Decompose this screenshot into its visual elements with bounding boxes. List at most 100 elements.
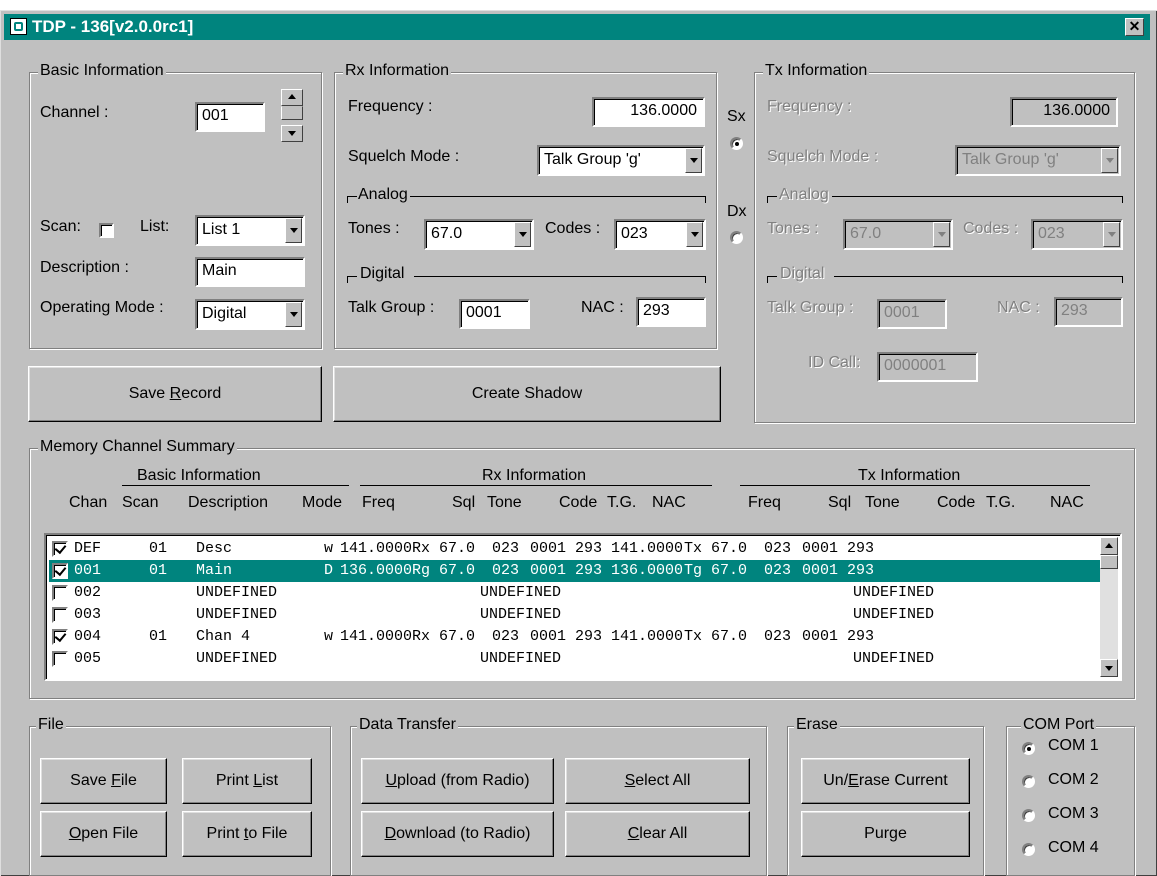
open-file-label-hotkey: O bbox=[68, 825, 82, 842]
cell-rx-code: 023 bbox=[492, 628, 520, 645]
print-to-file-label-post: o File bbox=[248, 825, 288, 842]
upload-from-radio-button[interactable]: Upload (from Radio) bbox=[361, 758, 554, 804]
chevron-down-icon[interactable] bbox=[685, 148, 702, 173]
table-row[interactable]: 001 01 Main D 136.0000 Rg 67.0 023 0001 293 136.00… bbox=[49, 560, 1100, 582]
cell-chan: 002 bbox=[74, 584, 102, 601]
operating-mode-select[interactable]: Digital bbox=[195, 299, 305, 330]
com2-radio[interactable] bbox=[1022, 775, 1035, 788]
table-row[interactable]: 005 UNDEFINED UNDEFINED UNDEFINED bbox=[49, 648, 1100, 670]
scroll-thumb[interactable] bbox=[1100, 555, 1118, 569]
tx-information-legend: Tx Information bbox=[763, 62, 870, 80]
rx-nac-input[interactable]: 293 bbox=[636, 297, 706, 327]
channel-stepper-gap bbox=[281, 106, 303, 120]
tx-frequency-input: 136.0000 bbox=[1010, 97, 1118, 127]
close-button[interactable]: ✕ bbox=[1125, 18, 1144, 36]
open-file-button[interactable]: Open File bbox=[40, 811, 167, 857]
column-header-chan: Chan bbox=[69, 494, 108, 511]
table-row[interactable]: DEF 01 Desc w 141.0000 Rx 67.0 023 0001 293 141.00… bbox=[49, 538, 1100, 560]
cell-desc: UNDEFINED bbox=[196, 606, 278, 623]
download-to-radio-button[interactable]: Download (to Radio) bbox=[361, 811, 554, 857]
sx-radio[interactable] bbox=[730, 137, 743, 150]
unerase-current-button[interactable]: Un/Erase Current bbox=[801, 758, 970, 804]
rx-talkgroup-input[interactable]: 0001 bbox=[459, 299, 530, 329]
chevron-down-icon[interactable] bbox=[285, 302, 302, 327]
list-select[interactable]: List 1 bbox=[195, 215, 305, 246]
summary-group-basic-rule bbox=[122, 485, 349, 486]
channel-up-button[interactable] bbox=[281, 89, 303, 106]
clear-all-button[interactable]: Clear All bbox=[565, 811, 750, 857]
print-to-file-button[interactable]: Print to File bbox=[182, 811, 312, 857]
cell-mode: D bbox=[324, 562, 334, 579]
dx-radio[interactable] bbox=[730, 231, 743, 244]
cell-rx-sql: Rx bbox=[412, 628, 431, 645]
com4-radio[interactable] bbox=[1022, 843, 1035, 856]
com3-radio[interactable] bbox=[1022, 809, 1035, 822]
cell-tx-tone: 67.0 bbox=[711, 628, 748, 645]
column-header-rx-nac: NAC bbox=[652, 494, 686, 511]
cell-desc: Chan 4 bbox=[196, 628, 251, 645]
com3-label[interactable]: COM 3 bbox=[1048, 805, 1099, 823]
table-row[interactable]: 004 01 Chan 4 w 141.0000 Rx 67.0 023 0001 293 141.… bbox=[49, 626, 1100, 648]
rx-tones-value: 67.0 bbox=[431, 225, 463, 242]
save-file-label-hotkey: F bbox=[111, 772, 121, 789]
column-header-rx-sql: Sql bbox=[452, 494, 476, 511]
rx-codes-select[interactable]: 023 bbox=[614, 219, 706, 250]
select-all-button[interactable]: Select All bbox=[565, 758, 750, 804]
com2-label[interactable]: COM 2 bbox=[1048, 771, 1099, 789]
row-checkbox[interactable] bbox=[52, 541, 68, 557]
memory-channel-list[interactable]: DEF 01 Desc w 141.0000 Rx 67.0 023 0001 293 141.00… bbox=[44, 533, 1122, 681]
tx-talkgroup-input: 0001 bbox=[877, 299, 947, 329]
cell-tx-undef: UNDEFINED bbox=[853, 650, 935, 667]
rx-digital-rule-right bbox=[414, 276, 706, 277]
description-input[interactable]: Main bbox=[195, 257, 305, 287]
row-checkbox[interactable] bbox=[52, 585, 68, 601]
com-port-legend: COM Port bbox=[1021, 716, 1097, 734]
cell-tx-sql: Tx bbox=[684, 628, 703, 645]
create-shadow-button[interactable]: Create Shadow bbox=[333, 366, 721, 422]
scan-checkbox[interactable] bbox=[99, 223, 114, 238]
unerase-label-pre: Un/ bbox=[823, 772, 849, 789]
save-record-button[interactable]: Save Record bbox=[28, 366, 322, 422]
channel-down-button[interactable] bbox=[281, 125, 303, 142]
clear-all-label-hotkey: C bbox=[627, 825, 640, 842]
chevron-down-icon[interactable] bbox=[686, 222, 703, 247]
com1-radio[interactable] bbox=[1022, 742, 1035, 755]
com1-label[interactable]: COM 1 bbox=[1048, 737, 1099, 755]
chevron-down-icon bbox=[1103, 222, 1120, 247]
title-bar[interactable]: TDP - 136[v2.0.0rc1] ✕ bbox=[4, 14, 1150, 40]
save-file-button[interactable]: Save File bbox=[40, 758, 167, 804]
chevron-down-icon[interactable] bbox=[285, 218, 302, 243]
rx-squelch-select[interactable]: Talk Group 'g' bbox=[537, 145, 705, 176]
chevron-down-icon[interactable] bbox=[514, 222, 531, 247]
column-header-tx-code: Code bbox=[937, 494, 976, 511]
row-checkbox[interactable] bbox=[52, 629, 68, 645]
tx-analog-label: Analog bbox=[779, 186, 829, 203]
row-checkbox[interactable] bbox=[52, 607, 68, 623]
tx-talkgroup-label: Talk Group : bbox=[767, 299, 854, 316]
scroll-up-icon[interactable] bbox=[1100, 537, 1118, 555]
table-row[interactable]: 003 UNDEFINED UNDEFINED UNDEFINED bbox=[49, 604, 1100, 626]
table-row[interactable]: 002 UNDEFINED UNDEFINED UNDEFINED bbox=[49, 582, 1100, 604]
cell-desc: UNDEFINED bbox=[196, 584, 278, 601]
summary-group-tx: Tx Information bbox=[858, 467, 961, 484]
cell-tx-freq: 141.0000 bbox=[611, 540, 684, 557]
cell-tx-freq: 141.0000 bbox=[611, 628, 684, 645]
row-checkbox[interactable] bbox=[52, 651, 68, 667]
cell-tx-nac: 293 bbox=[847, 562, 875, 579]
column-header-tx-tg: T.G. bbox=[986, 494, 1016, 511]
print-list-button[interactable]: Print List bbox=[182, 758, 312, 804]
row-checkbox[interactable] bbox=[52, 563, 68, 579]
tx-codes-label: Codes : bbox=[963, 220, 1019, 237]
list-scrollbar[interactable] bbox=[1100, 537, 1118, 677]
select-all-label-hotkey: S bbox=[624, 772, 636, 789]
window-title: TDP - 136[v2.0.0rc1] bbox=[32, 17, 194, 36]
purge-button[interactable]: Purge bbox=[801, 811, 970, 857]
com4-label[interactable]: COM 4 bbox=[1048, 839, 1099, 857]
cell-rx-nac: 293 bbox=[575, 628, 603, 645]
tx-idcall-label: ID Call: bbox=[808, 354, 861, 371]
rx-frequency-input[interactable]: 136.0000 bbox=[592, 97, 705, 127]
rx-tones-select[interactable]: 67.0 bbox=[424, 219, 534, 250]
tx-codes-select: 023 bbox=[1031, 219, 1123, 250]
scroll-down-icon[interactable] bbox=[1100, 659, 1118, 677]
channel-input[interactable]: 001 bbox=[195, 102, 265, 132]
